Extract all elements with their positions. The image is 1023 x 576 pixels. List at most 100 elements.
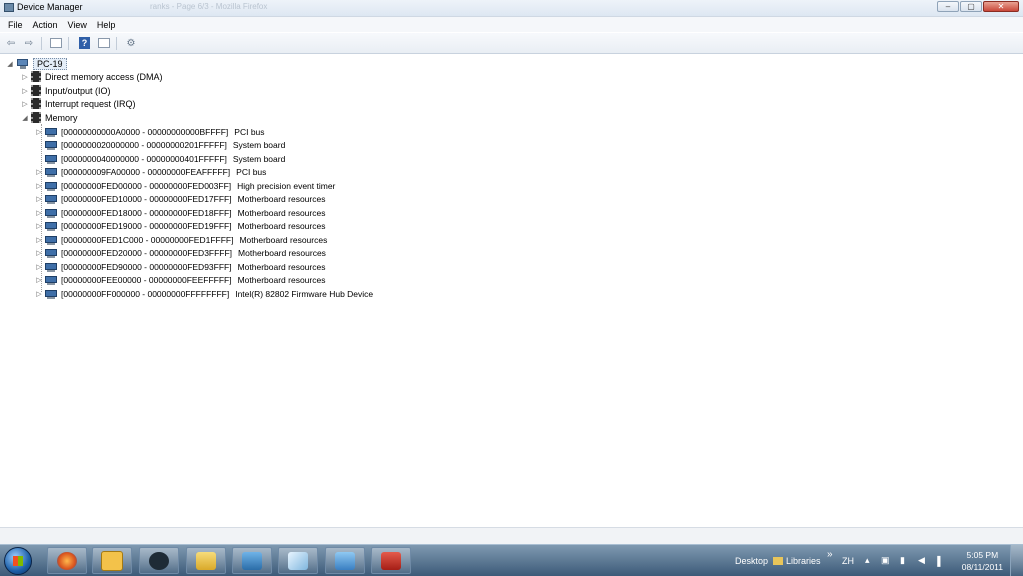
collapse-arrow-icon[interactable]: ◢	[6, 60, 14, 68]
device-manager-icon	[4, 3, 14, 12]
resource-description: Motherboard resources	[238, 248, 326, 258]
expand-arrow-icon[interactable]: ▷	[35, 209, 43, 217]
menu-file[interactable]: File	[3, 20, 28, 30]
taskbar-explorer[interactable]	[186, 547, 226, 574]
memory-range: [0000000040000000 - 00000000401FFFFF]	[61, 153, 227, 164]
title-bar: Device Manager ranks - Page 6/3 - Mozill…	[0, 0, 1023, 17]
resource-description: Motherboard resources	[239, 234, 328, 245]
collapse-arrow-icon[interactable]: ◢	[21, 114, 29, 122]
memory-resource-row[interactable]: ▷ [00000000FF000000 - 00000000FFFFFFFF] In…	[35, 287, 373, 300]
category-label: Input/output (IO)	[45, 85, 111, 96]
show-desktop-button[interactable]	[1010, 545, 1023, 576]
expand-arrow-icon[interactable]: ▷	[21, 87, 29, 95]
expand-arrow-icon[interactable]: ▷	[35, 195, 43, 203]
resource-description: Intel(R) 82802 Firmware Hub Device	[235, 288, 374, 299]
memory-resource-row[interactable]: ▷ [00000000FED10000 - 00000000FED17FFF] Mo…	[35, 193, 325, 206]
libraries-toolbar[interactable]: Libraries	[773, 545, 821, 576]
toolbar-chevron[interactable]: »	[827, 539, 833, 570]
clock-time: 5:05 PM	[966, 550, 999, 560]
memory-range: [00000000FEE00000 - 00000000FEEFFFFF]	[61, 275, 232, 285]
menu-view[interactable]: View	[63, 20, 92, 30]
firefox-icon	[57, 551, 77, 570]
device-icon	[45, 154, 58, 164]
show-hidden-icons-icon[interactable]: ▴	[865, 545, 870, 576]
taskbar-remote-desktop[interactable]	[325, 547, 365, 574]
chip-icon	[31, 85, 41, 96]
device-icon	[45, 140, 58, 150]
expand-arrow-icon[interactable]: ▷	[35, 263, 43, 271]
expand-arrow-icon[interactable]: ▷	[35, 128, 43, 136]
tray-device-icon[interactable]: ▮	[900, 545, 905, 576]
chip-icon	[31, 98, 41, 109]
tree-category-irq[interactable]: ▷ Interrupt request (IRQ)	[21, 97, 136, 110]
forward-arrow-icon[interactable]: ⇨	[21, 36, 37, 50]
status-bar	[0, 527, 1023, 545]
expand-arrow-icon[interactable]: ▷	[21, 73, 29, 81]
clock[interactable]: 5:05 PM 08/11/2011	[962, 549, 1003, 573]
tree-category-io[interactable]: ▷ Input/output (IO)	[21, 84, 111, 97]
tree-category-memory[interactable]: ◢ Memory	[21, 111, 78, 124]
resource-description: Motherboard resources	[237, 275, 326, 285]
language-indicator[interactable]: ZH	[842, 545, 854, 576]
expand-arrow-icon[interactable]: ▷	[21, 100, 29, 108]
libraries-label: Libraries	[786, 555, 821, 566]
expand-arrow-icon[interactable]: ▷	[35, 236, 43, 244]
memory-resource-row[interactable]: [0000000040000000 - 00000000401FFFFF] Sys…	[35, 152, 285, 165]
resource-description: System board	[232, 153, 286, 164]
help-button[interactable]: ?	[79, 37, 90, 49]
toolbar-separator	[68, 36, 69, 50]
expand-arrow-icon[interactable]: ▷	[35, 276, 43, 284]
tree-root[interactable]: ◢ PC-19	[6, 57, 67, 70]
memory-resource-row[interactable]: ▷ [00000000FED90000 - 00000000FED93FFF] Mo…	[35, 260, 325, 273]
network-icon[interactable]: ▐	[934, 545, 940, 576]
expand-arrow-icon[interactable]: ▷	[35, 182, 43, 190]
device-icon	[45, 194, 58, 204]
taskbar-toolbox[interactable]	[371, 547, 411, 574]
toolbar: ⇦ ⇨ ? ⚙	[0, 33, 1023, 54]
memory-resource-row[interactable]: [0000000020000000 - 00000000201FFFFF] Sys…	[35, 139, 285, 152]
volume-icon[interactable]: ◀	[918, 545, 925, 576]
device-icon	[45, 127, 58, 137]
memory-resource-row[interactable]: ▷ [00000000FED19000 - 00000000FED19FFF] Mo…	[35, 220, 325, 233]
tree-category-dma[interactable]: ▷ Direct memory access (DMA)	[21, 70, 163, 83]
expand-arrow-icon[interactable]: ▷	[35, 290, 43, 298]
windows-logo-icon	[13, 556, 23, 566]
maximize-button[interactable]: ▢	[960, 1, 982, 12]
tray-app-icon[interactable]: ▣	[881, 545, 890, 576]
root-label[interactable]: PC-19	[33, 57, 67, 70]
minimize-button[interactable]: –	[937, 1, 959, 12]
folder-icon	[773, 556, 783, 565]
taskbar-notepad[interactable]	[278, 547, 318, 574]
memory-resource-row[interactable]: ▷ [00000000FED1C000 - 00000000FED1FFFF] Mo…	[35, 233, 327, 246]
device-icon	[45, 235, 58, 245]
scan-hardware-changes-icon[interactable]: ⚙	[123, 36, 139, 50]
device-icon	[45, 248, 58, 258]
memory-resource-row[interactable]: ▷ [00000000000A0000 - 00000000000BFFFF] PC…	[35, 125, 265, 138]
device-icon	[45, 289, 58, 299]
taskbar-photo-viewer[interactable]	[232, 547, 272, 574]
background-window-title: ranks - Page 6/3 - Mozilla Firefox	[150, 2, 268, 11]
taskbar-outlook[interactable]	[92, 547, 132, 574]
memory-resource-row[interactable]: ▷ [000000009FA00000 - 00000000FEAFFFFF] PC…	[35, 166, 266, 179]
memory-resource-row[interactable]: ▷ [00000000FED18000 - 00000000FED18FFF] Mo…	[35, 206, 325, 219]
show-hide-console-tree-button[interactable]	[48, 36, 64, 50]
menu-action[interactable]: Action	[28, 20, 63, 30]
computer-icon	[16, 58, 30, 69]
start-button[interactable]	[4, 547, 32, 575]
back-arrow-icon[interactable]: ⇦	[3, 36, 19, 50]
close-button[interactable]: ✕	[983, 1, 1019, 12]
expand-arrow-icon[interactable]: ▷	[35, 168, 43, 176]
taskbar-firefox[interactable]	[47, 547, 87, 574]
memory-resource-row[interactable]: ▷ [00000000FEE00000 - 00000000FEEFFFFF] Mo…	[35, 274, 325, 287]
memory-resource-row[interactable]: ▷ [00000000FED20000 - 00000000FED3FFFF] Mo…	[35, 247, 326, 260]
expand-arrow-icon[interactable]: ▷	[35, 249, 43, 257]
expand-arrow-icon[interactable]: ▷	[35, 222, 43, 230]
desktop-toolbar[interactable]: Desktop	[735, 545, 768, 576]
memory-range: [00000000000A0000 - 00000000000BFFFF]	[61, 126, 229, 137]
category-label: Direct memory access (DMA)	[45, 71, 163, 82]
taskbar-steam[interactable]	[139, 547, 179, 574]
memory-resource-row[interactable]: ▷ [00000000FED00000 - 00000000FED003FF] Hi…	[35, 179, 335, 192]
menu-help[interactable]: Help	[92, 20, 121, 30]
category-label: Memory	[45, 112, 78, 123]
properties-button[interactable]	[96, 36, 112, 50]
